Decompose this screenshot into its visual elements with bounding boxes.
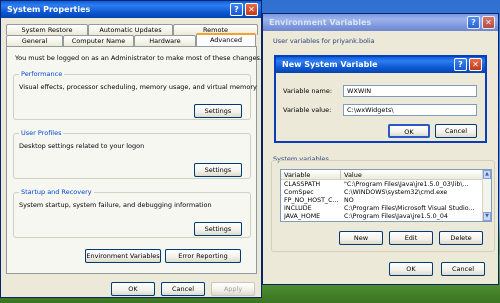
column-header-value[interactable]: Value xyxy=(341,170,485,180)
tab-general[interactable]: General xyxy=(6,35,63,46)
close-icon[interactable]: ✕ xyxy=(482,16,495,29)
table-row-value[interactable]: NO xyxy=(344,197,482,205)
edit-button[interactable]: Edit xyxy=(389,231,433,245)
variable-name-label: Variable name: xyxy=(283,87,333,95)
ok-button[interactable]: OK xyxy=(388,124,430,138)
cancel-button[interactable]: Cancel xyxy=(435,124,477,138)
cancel-button[interactable]: Cancel xyxy=(441,262,485,276)
system-variables-list[interactable]: Variable Value CLASSPATH "C:\Program Fil… xyxy=(280,169,492,222)
window-title: System Properties xyxy=(7,5,91,14)
environment-variables-button[interactable]: Environment Variables xyxy=(85,249,161,263)
tab-label: Advanced xyxy=(209,36,243,44)
environment-variables-titlebar[interactable]: Environment Variables ? ✕ xyxy=(263,14,498,31)
system-properties-window: System Properties ? ✕ System Restore Aut… xyxy=(0,0,262,298)
cancel-button[interactable]: Cancel xyxy=(161,282,205,296)
tab-label: Automatic Updates xyxy=(99,26,162,34)
variable-name-input[interactable]: WXWIN xyxy=(343,85,477,97)
new-system-variable-dialog: New System Variable ? ✕ Variable name: W… xyxy=(274,55,487,143)
user-profiles-group: User Profiles Desktop settings related t… xyxy=(13,129,251,179)
ok-button[interactable]: OK xyxy=(389,262,433,276)
table-row-variable[interactable]: CLASSPATH xyxy=(284,181,340,189)
performance-settings-button[interactable]: Settings xyxy=(194,104,242,118)
table-row-value[interactable]: C:\WINDOWS\system32\cmd.exe xyxy=(344,189,482,197)
startup-recovery-group: Startup and Recovery System startup, sys… xyxy=(13,188,251,238)
new-button[interactable]: New xyxy=(339,231,383,245)
tab-hardware[interactable]: Hardware xyxy=(134,35,196,46)
user-variables-label: User variables for priyank.bolia xyxy=(273,37,375,45)
table-row-value[interactable]: C:\Program Files\Microsoft Visual Studio… xyxy=(344,205,482,213)
startup-recovery-label: Startup and Recovery xyxy=(19,188,94,197)
startup-recovery-desc: System startup, system failure, and debu… xyxy=(19,201,212,209)
system-properties-titlebar[interactable]: System Properties ? ✕ xyxy=(1,1,261,18)
window-title: Environment Variables xyxy=(269,18,372,27)
tab-label: General xyxy=(21,37,48,45)
table-row-variable[interactable]: JAVA_HOME xyxy=(284,213,340,221)
user-profiles-settings-button[interactable]: Settings xyxy=(194,163,242,177)
tab-system-restore[interactable]: System Restore xyxy=(6,24,88,35)
variable-value-input[interactable]: C:\wxWidgets\ xyxy=(343,104,477,116)
apply-button[interactable]: Apply xyxy=(211,282,255,296)
table-row-value[interactable]: C:\Program Files\Java\jre1.5.0_04 xyxy=(344,213,482,221)
tab-label: Computer Name xyxy=(71,37,126,45)
table-row-variable[interactable]: FP_NO_HOST_C... xyxy=(284,197,340,205)
help-icon[interactable]: ? xyxy=(454,58,467,71)
scroll-up-arrow-icon[interactable]: ▲ xyxy=(483,170,491,179)
delete-button[interactable]: Delete xyxy=(439,231,483,245)
new-system-variable-titlebar[interactable]: New System Variable ? ✕ xyxy=(276,57,485,73)
tab-label: System Restore xyxy=(21,26,73,34)
table-row-value[interactable]: "C:\Program Files\Java\jre1.5.0_03\lib\.… xyxy=(344,181,482,189)
close-icon[interactable]: ✕ xyxy=(469,58,482,71)
startup-recovery-settings-button[interactable]: Settings xyxy=(194,222,242,236)
scroll-down-arrow-icon[interactable]: ▼ xyxy=(483,212,491,221)
table-row-variable[interactable]: ComSpec xyxy=(284,189,340,197)
user-profiles-label: User Profiles xyxy=(19,129,64,138)
tab-label: Hardware xyxy=(149,37,181,45)
table-row-variable[interactable]: INCLUDE xyxy=(284,205,340,213)
close-icon[interactable]: ✕ xyxy=(245,3,258,16)
performance-label: Performance xyxy=(19,70,65,79)
column-header-variable[interactable]: Variable xyxy=(281,170,341,180)
list-scrollbar[interactable]: ▲ ▼ xyxy=(482,170,491,221)
performance-group: Performance Visual effects, processor sc… xyxy=(13,70,257,120)
advanced-tab-panel: You must be logged on as an Administrato… xyxy=(6,46,262,274)
environment-variables-window: Environment Variables ? ✕ User variables… xyxy=(262,13,499,285)
help-icon[interactable]: ? xyxy=(230,3,243,16)
ok-button[interactable]: OK xyxy=(111,282,155,296)
tab-computer-name[interactable]: Computer Name xyxy=(63,35,134,46)
tab-automatic-updates[interactable]: Automatic Updates xyxy=(88,24,173,35)
variable-value-label: Variable value: xyxy=(283,106,332,114)
tab-advanced[interactable]: Advanced xyxy=(196,33,256,46)
performance-desc: Visual effects, processor scheduling, me… xyxy=(19,83,257,91)
error-reporting-button[interactable]: Error Reporting xyxy=(165,249,241,263)
admin-note: You must be logged on as an Administrato… xyxy=(15,54,262,62)
user-profiles-desc: Desktop settings related to your logon xyxy=(19,142,145,150)
help-icon[interactable]: ? xyxy=(467,16,480,29)
dialog-title: New System Variable xyxy=(282,60,378,69)
